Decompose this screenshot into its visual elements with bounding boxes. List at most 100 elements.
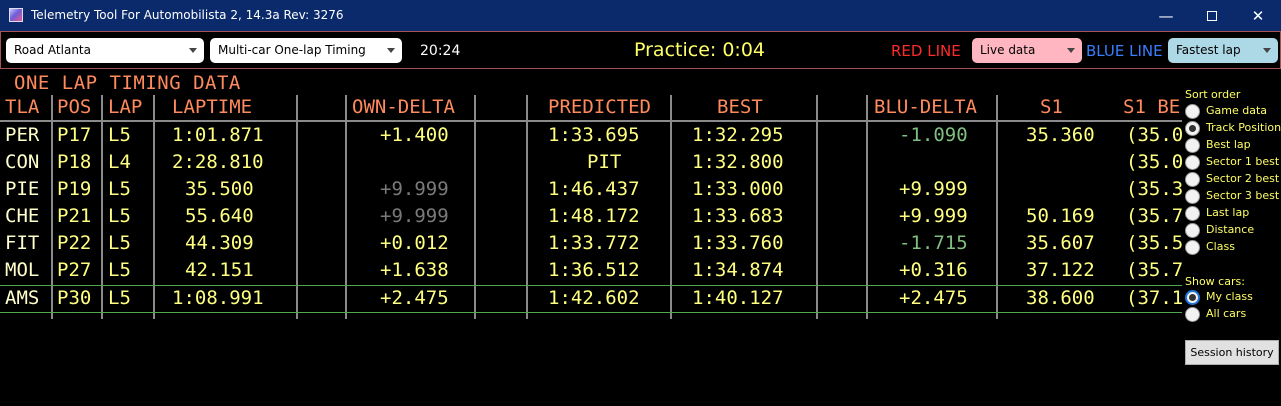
cell-blu-delta: +9.999: [899, 205, 968, 227]
cell-pos: P22: [57, 232, 92, 254]
cell-s1-best: (37.1: [1126, 287, 1182, 309]
radio-label: My class: [1206, 290, 1253, 303]
track-select-value: Road Atlanta: [14, 43, 91, 57]
cell-tla: AMS: [5, 287, 40, 309]
radio-icon: [1185, 155, 1200, 170]
cell-predicted: PIT: [587, 151, 622, 173]
radio-icon: [1185, 223, 1200, 238]
radio-label: Sector 1 best: [1206, 155, 1280, 168]
session-status: Practice: 0:04: [634, 39, 765, 61]
cell-lap: L5: [108, 259, 131, 281]
cell-s1: 50.169: [1026, 205, 1095, 227]
header-divider: [0, 120, 1182, 122]
red-line-label: RED LINE: [891, 42, 961, 60]
cell-laptime: 2:28.810: [172, 151, 264, 173]
header-tla: TLA: [5, 96, 40, 118]
close-button[interactable]: ✕: [1235, 0, 1281, 31]
radio-icon: [1185, 206, 1200, 221]
sort-order-label: Sort order: [1185, 88, 1241, 101]
maximize-icon: [1207, 10, 1217, 21]
cell-pos: P19: [57, 178, 92, 200]
radio-icon: [1185, 189, 1200, 204]
cell-lap: L5: [108, 287, 131, 309]
radio-label: Distance: [1206, 223, 1255, 236]
cell-tla: MOL: [5, 259, 40, 281]
cell-s1: 37.122: [1026, 259, 1095, 281]
clock: 20:24: [420, 43, 461, 59]
chevron-down-icon: [189, 48, 197, 53]
radio-icon: [1185, 121, 1200, 136]
radio-icon: [1185, 138, 1200, 153]
cell-lap: L5: [108, 178, 131, 200]
minimize-button[interactable]: —: [1143, 0, 1189, 31]
cell-best: 1:32.295: [692, 124, 784, 146]
title-bar: Telemetry Tool For Automobilista 2, 14.3…: [0, 0, 1281, 31]
cell-s1-best: (35.5: [1126, 232, 1182, 254]
header-pos: POS: [57, 96, 92, 118]
cell-best: 1:33.760: [692, 232, 784, 254]
cell-blu-delta: -1.090: [899, 124, 968, 146]
cell-s1-best: (35.7: [1126, 205, 1182, 227]
cell-tla: CHE: [5, 205, 40, 227]
cell-own-delta: +1.400: [380, 124, 449, 146]
cell-pos: P18: [57, 151, 92, 173]
red-line-select-value: Live data: [980, 43, 1036, 57]
track-select[interactable]: Road Atlanta: [6, 38, 204, 63]
cell-s1-best: (35.7: [1126, 259, 1182, 281]
cell-best: 1:40.127: [692, 287, 784, 309]
cell-best: 1:33.683: [692, 205, 784, 227]
cell-laptime: 55.640: [185, 205, 254, 227]
minimize-icon: —: [1158, 6, 1174, 25]
session-history-button[interactable]: Session history: [1185, 340, 1279, 365]
cell-s1-best: (35.0: [1126, 124, 1182, 146]
cell-pos: P21: [57, 205, 92, 227]
mode-select[interactable]: Multi-car One-lap Timing: [210, 38, 402, 63]
window-title: Telemetry Tool For Automobilista 2, 14.3…: [31, 8, 344, 22]
cell-predicted: 1:36.512: [548, 259, 640, 281]
cell-own-delta: +0.012: [380, 232, 449, 254]
cell-predicted: 1:33.695: [548, 124, 640, 146]
blue-line-label: BLUE LINE: [1086, 42, 1163, 60]
header-blu-delta: BLU-DELTA: [874, 96, 977, 118]
side-panel: Sort order Game data Track Position Best…: [1182, 69, 1281, 406]
cell-lap: L5: [108, 232, 131, 254]
radio-label: All cars: [1206, 307, 1247, 320]
radio-label: Track Position: [1206, 121, 1281, 134]
cell-laptime: 44.309: [185, 232, 254, 254]
cell-laptime: 35.500: [185, 178, 254, 200]
chevron-down-icon: [1263, 48, 1271, 53]
radio-label: Last lap: [1206, 206, 1250, 219]
blue-line-select[interactable]: Fastest lap: [1168, 38, 1278, 63]
header-s1: S1: [1040, 96, 1063, 118]
cell-best: 1:34.874: [692, 259, 784, 281]
cell-lap: L5: [108, 205, 131, 227]
cell-s1-best: (35.0: [1126, 151, 1182, 173]
cell-own-delta: +9.999: [380, 178, 449, 200]
header-predicted: PREDICTED: [548, 96, 651, 118]
cell-predicted: 1:48.172: [548, 205, 640, 227]
maximize-button[interactable]: [1189, 0, 1235, 31]
chevron-down-icon: [1067, 48, 1075, 53]
cell-s1: 38.600: [1026, 287, 1095, 309]
radio-icon: [1185, 104, 1200, 119]
show-cars-label: Show cars:: [1185, 275, 1245, 288]
radio-icon: [1185, 290, 1200, 305]
radio-icon: [1185, 307, 1200, 322]
cell-tla: CON: [5, 151, 40, 173]
mode-select-value: Multi-car One-lap Timing: [218, 43, 366, 57]
cell-predicted: 1:42.602: [548, 287, 640, 309]
radio-label: Class: [1206, 240, 1235, 253]
radio-icon: [1185, 240, 1200, 255]
red-line-select[interactable]: Live data: [972, 38, 1082, 63]
cell-best: 1:33.000: [692, 178, 784, 200]
blue-line-select-value: Fastest lap: [1176, 43, 1241, 57]
cell-pos: P17: [57, 124, 92, 146]
header-s1-best: S1 BE: [1123, 96, 1181, 118]
cell-s1-best: (35.3: [1126, 178, 1182, 200]
cell-own-delta: +2.475: [380, 287, 449, 309]
cell-lap: L4: [108, 151, 131, 173]
header-own-delta: OWN-DELTA: [352, 96, 455, 118]
radio-icon: [1185, 172, 1200, 187]
cell-predicted: 1:46.437: [548, 178, 640, 200]
radio-label: Sector 2 best: [1206, 172, 1280, 185]
